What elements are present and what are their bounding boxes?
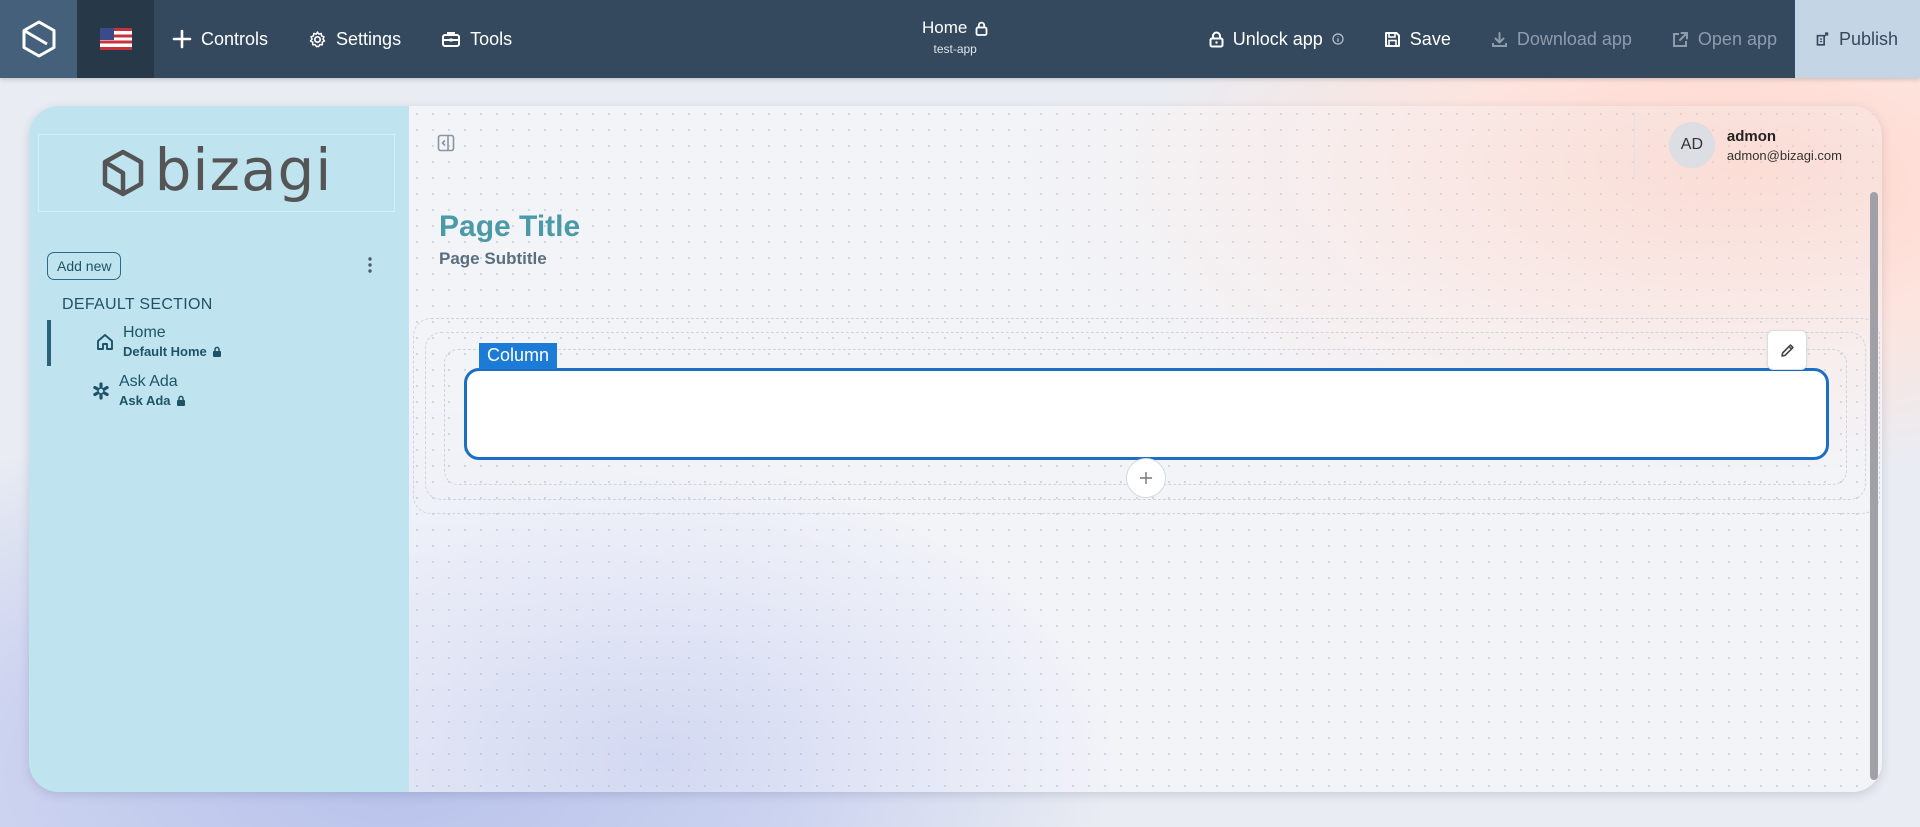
sidebar-item-ask-ada[interactable]: Ask Ada Ask Ada (47, 369, 387, 415)
settings-label: Settings (336, 28, 402, 49)
publish-button[interactable]: Publish (1795, 0, 1920, 78)
add-row-button[interactable] (1126, 458, 1166, 498)
gear-icon (309, 30, 326, 47)
brand-name: bizagi (154, 136, 333, 204)
bizagi-logo-icon (22, 20, 55, 58)
app-designer-card: bizagi Add new DEFAULT SECTION Home Defa… (29, 106, 1882, 792)
add-new-button[interactable]: Add new (47, 252, 122, 280)
home-icon (97, 334, 113, 350)
tools-button[interactable]: Tools (421, 0, 532, 78)
floppy-disk-icon (1384, 31, 1400, 47)
section-title: DEFAULT SECTION (62, 296, 213, 313)
user-name: admon (1726, 127, 1777, 145)
page-canvas: AD admon admon@bizagi.com Page Title Pag… (409, 106, 1882, 792)
edit-button[interactable] (1767, 330, 1807, 370)
page-title[interactable]: Page Title (439, 210, 580, 244)
publish-icon (1816, 32, 1829, 46)
settings-button[interactable]: Settings (288, 0, 421, 78)
sidebar-item-label: Ask Ada (119, 373, 178, 390)
page-subtitle[interactable]: Page Subtitle (439, 249, 547, 269)
user-profile[interactable]: AD admon admon@bizagi.com (1633, 112, 1842, 178)
user-email: admon@bizagi.com (1726, 147, 1842, 163)
avatar: AD (1668, 122, 1715, 168)
app-name: test-app (933, 42, 977, 56)
download-app-button[interactable]: Download app (1471, 0, 1652, 78)
app-logo-button[interactable] (0, 0, 77, 78)
toolbox-icon (442, 32, 461, 47)
sidebar-item-label: Home (123, 324, 166, 341)
brand-logo: bizagi (38, 134, 395, 212)
current-page-name: Home (922, 18, 968, 37)
save-button[interactable]: Save (1364, 0, 1471, 78)
unlock-app-label: Unlock app (1232, 28, 1323, 49)
language-selector[interactable] (77, 0, 154, 78)
sidebar: bizagi Add new DEFAULT SECTION Home Defa… (29, 106, 409, 792)
controls-label: Controls (201, 28, 269, 49)
publish-label: Publish (1838, 28, 1898, 49)
lock-icon (212, 346, 221, 357)
info-icon[interactable] (1332, 33, 1344, 45)
sidebar-item-description: Default Home (123, 344, 207, 359)
more-options-icon[interactable] (367, 256, 373, 274)
unlock-app-button[interactable]: Unlock app (1189, 0, 1364, 78)
lock-icon (176, 395, 185, 406)
save-label: Save (1409, 28, 1451, 49)
plus-icon (1140, 472, 1152, 484)
collapse-sidebar-icon[interactable] (437, 134, 455, 152)
lock-icon (975, 21, 988, 36)
canvas-blue-glow (409, 472, 1129, 792)
column-label[interactable]: Column (479, 343, 558, 369)
us-flag-icon (99, 28, 132, 50)
plus-icon (172, 29, 192, 49)
tools-label: Tools (470, 28, 513, 49)
canvas-scrollbar[interactable] (1870, 192, 1878, 780)
download-icon (1491, 31, 1507, 47)
selected-column[interactable] (464, 368, 1829, 460)
download-app-label: Download app (1516, 28, 1632, 49)
page-indicator: Home test-app (922, 18, 988, 56)
controls-button[interactable]: Controls (154, 0, 288, 78)
sidebar-item-description: Ask Ada (119, 393, 171, 408)
lock-icon (1209, 31, 1224, 47)
open-app-label: Open app (1697, 28, 1777, 49)
asterisk-icon (93, 382, 109, 400)
sidebar-item-home[interactable]: Home Default Home (47, 320, 387, 366)
external-link-icon (1672, 31, 1688, 47)
bizagi-cube-icon (102, 149, 143, 197)
top-bar: Controls Settings Tools Home test-app Un… (0, 0, 1920, 78)
pencil-icon (1780, 343, 1794, 357)
open-app-button[interactable]: Open app (1652, 0, 1795, 78)
